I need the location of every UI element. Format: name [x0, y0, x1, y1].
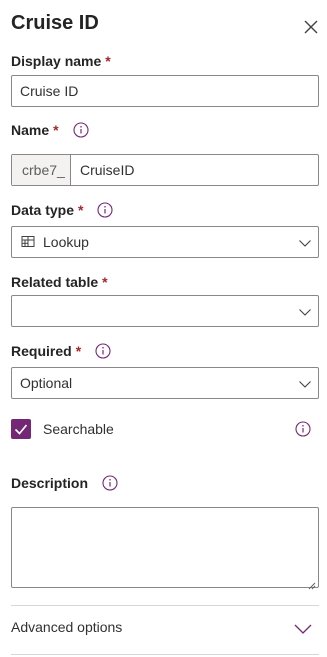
description-label: Description	[11, 475, 118, 491]
display-name-value: Cruise ID	[20, 83, 79, 99]
required-value: Optional	[20, 375, 73, 391]
name-label-text: Name	[11, 122, 50, 138]
related-table-label: Related table *	[11, 274, 108, 290]
data-type-dropdown[interactable]: Lookup	[11, 226, 319, 258]
publisher-prefix: crbe7_	[12, 155, 71, 185]
searchable-label[interactable]: Searchable	[43, 421, 114, 437]
description-textarea[interactable]	[11, 507, 319, 590]
related-table-dropdown[interactable]	[11, 295, 319, 327]
data-type-label: Data type *	[11, 202, 114, 218]
divider	[11, 605, 319, 606]
divider	[11, 654, 319, 655]
column-properties-panel: Cruise ID Display name * Cruise ID Name …	[0, 0, 327, 657]
name-label: Name *	[11, 122, 89, 138]
required-marker: *	[53, 122, 59, 138]
info-icon[interactable]	[95, 343, 111, 359]
table-icon	[21, 235, 35, 249]
chevron-down-icon	[298, 305, 312, 319]
close-icon[interactable]	[300, 16, 322, 38]
required-dropdown[interactable]: Optional	[11, 367, 319, 399]
info-icon[interactable]	[295, 421, 311, 437]
required-label-text: Required	[11, 343, 72, 359]
name-value: CruiseID	[80, 162, 135, 178]
info-icon[interactable]	[73, 122, 89, 138]
data-type-value: Lookup	[43, 234, 89, 250]
info-icon[interactable]	[102, 475, 118, 491]
chevron-down-icon	[298, 377, 312, 391]
name-input[interactable]: crbe7_ CruiseID	[11, 154, 319, 186]
chevron-down-icon[interactable]	[293, 619, 313, 639]
info-icon[interactable]	[97, 202, 114, 218]
required-marker: *	[75, 343, 82, 359]
checkmark-icon	[14, 424, 28, 435]
searchable-checkbox[interactable]	[11, 419, 31, 439]
related-table-label-text: Related table	[11, 274, 99, 290]
required-label: Required *	[11, 343, 111, 359]
display-name-label: Display name *	[11, 53, 111, 69]
display-name-input[interactable]: Cruise ID	[11, 75, 319, 107]
panel-title: Cruise ID	[11, 12, 99, 34]
data-type-label-text: Data type	[11, 202, 75, 218]
display-name-label-text: Display name	[11, 53, 102, 69]
description-label-text: Description	[11, 475, 89, 491]
required-marker: *	[105, 53, 111, 69]
advanced-options-toggle[interactable]: Advanced options	[11, 619, 122, 635]
required-marker: *	[102, 274, 108, 290]
resize-grip-icon[interactable]	[308, 577, 316, 590]
required-marker: *	[78, 202, 84, 218]
chevron-down-icon	[298, 236, 312, 250]
